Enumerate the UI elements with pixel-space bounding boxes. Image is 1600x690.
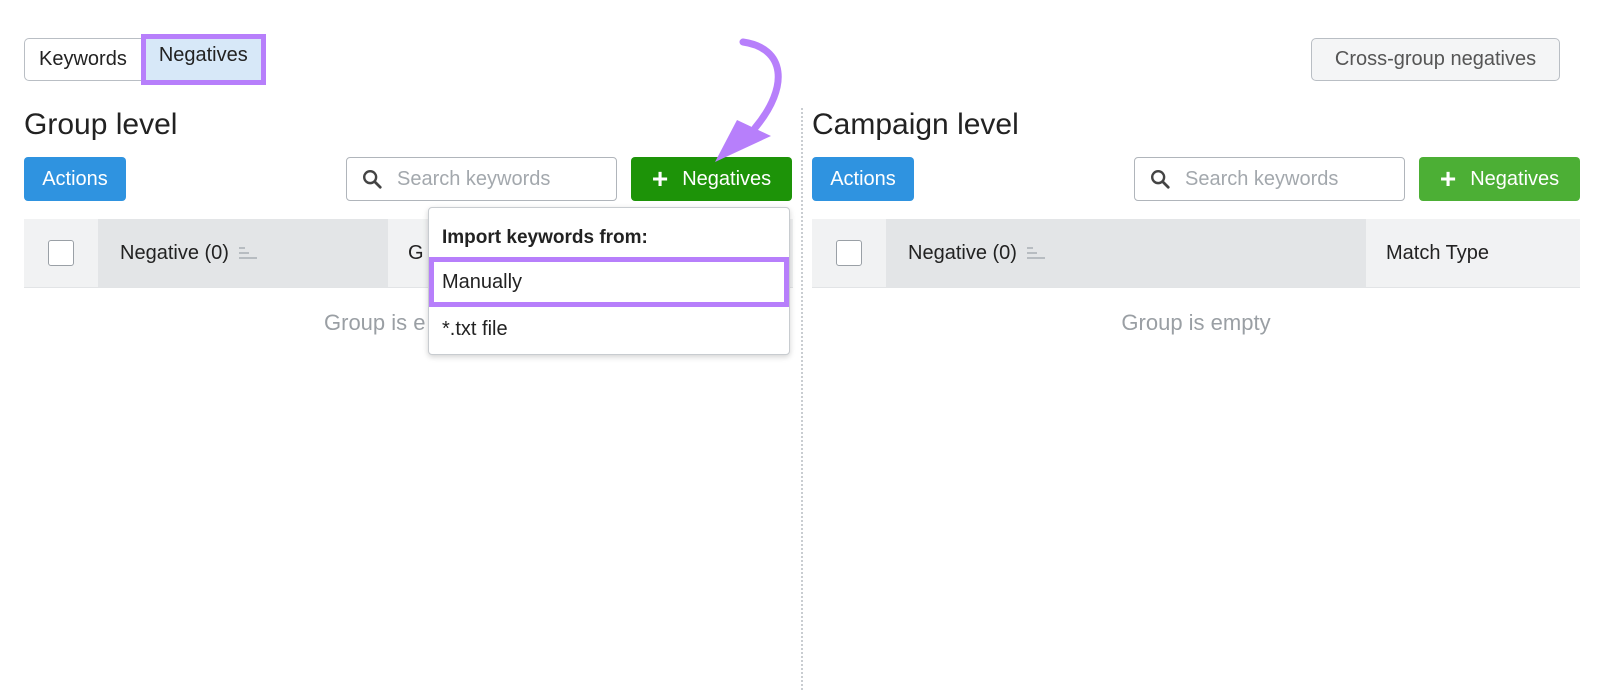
select-all-cell — [812, 219, 886, 287]
tab-keywords[interactable]: Keywords — [24, 38, 141, 81]
import-txt-file-option[interactable]: *.txt file — [429, 313, 789, 345]
plus-icon: + — [651, 163, 669, 194]
campaign-table-header: Negative (0) Match Type — [812, 219, 1580, 288]
group-actions-button[interactable]: Actions — [24, 157, 126, 201]
campaign-select-all-checkbox[interactable] — [836, 240, 862, 266]
campaign-negative-column-label: Negative (0) — [908, 241, 1017, 264]
cross-group-negatives-button[interactable]: Cross-group negatives — [1311, 38, 1560, 81]
group-search-field[interactable] — [346, 157, 617, 201]
campaign-level-panel: Campaign level Actions + Negatives Negat… — [812, 105, 1580, 335]
campaign-level-title: Campaign level — [812, 108, 1019, 141]
search-icon — [363, 170, 382, 189]
group-empty-message: Group is e — [324, 310, 426, 335]
campaign-add-negatives-label: Negatives — [1470, 167, 1560, 190]
campaign-negative-column-header[interactable]: Negative (0) — [886, 219, 1366, 287]
campaign-search-input[interactable] — [1185, 167, 1395, 191]
plus-icon: + — [1439, 163, 1457, 194]
campaign-add-negatives-button[interactable]: + Negatives — [1419, 157, 1580, 201]
sort-icon[interactable] — [238, 246, 257, 260]
tab-negatives[interactable]: Negatives — [140, 34, 266, 85]
annotation-arrow-icon — [715, 38, 782, 162]
group-level-panel: Group level Actions + Negatives Negative… — [24, 105, 793, 335]
select-all-cell — [24, 219, 98, 287]
import-keywords-dropdown: Import keywords from: Manually *.txt fil… — [428, 207, 790, 355]
sort-icon[interactable] — [1026, 246, 1045, 260]
group-search-input[interactable] — [397, 167, 607, 191]
campaign-actions-button[interactable]: Actions — [812, 157, 914, 201]
campaign-toolbar: Actions + Negatives — [812, 157, 1580, 217]
campaign-search-field[interactable] — [1134, 157, 1405, 201]
view-tabs: Keywords Negatives — [24, 34, 266, 85]
group-level-title: Group level — [24, 108, 178, 141]
group-negative-column-label: Negative (0) — [120, 241, 229, 264]
group-negative-column-header[interactable]: Negative (0) — [98, 219, 388, 287]
match-type-column-header[interactable]: Match Type — [1366, 219, 1580, 287]
group-select-all-checkbox[interactable] — [48, 240, 74, 266]
import-manually-option[interactable]: Manually — [429, 257, 789, 307]
search-icon — [1151, 170, 1170, 189]
campaign-empty-message: Group is empty — [1121, 310, 1271, 335]
panel-divider — [801, 108, 803, 690]
import-dropdown-title: Import keywords from: — [442, 227, 648, 248]
